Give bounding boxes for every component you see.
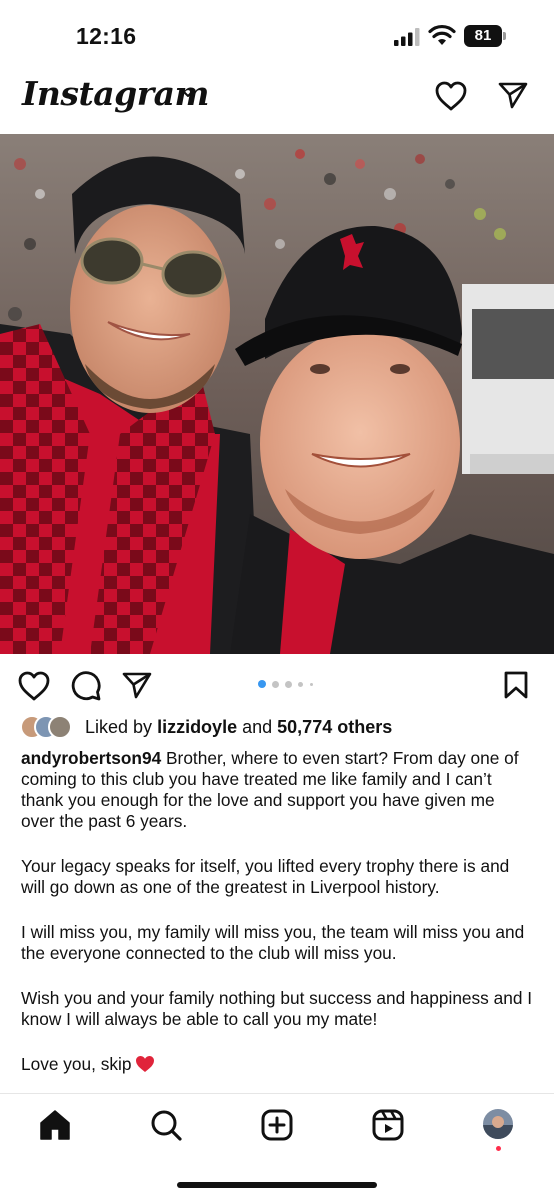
profile-avatar[interactable] — [483, 1109, 513, 1139]
profile-avatar-image — [483, 1109, 513, 1139]
direct-send-icon[interactable] — [497, 80, 529, 110]
likes-row[interactable]: Liked by lizzidoyle and 50,774 others — [20, 713, 540, 743]
caption-paragraph: andyrobertson94 Brother, where to even s… — [21, 748, 533, 832]
carousel-dot — [272, 680, 279, 688]
battery-icon: 81 — [464, 25, 506, 47]
notifications-heart-icon[interactable] — [434, 80, 468, 112]
likes-prefix: Liked by — [85, 717, 153, 737]
carousel-dot — [298, 681, 303, 687]
caption-text: Love you, skip — [21, 1054, 132, 1074]
home-icon[interactable] — [38, 1108, 72, 1142]
status-time: 12:16 — [76, 23, 137, 49]
caption-paragraph: Wish you and your family nothing but suc… — [21, 988, 533, 1029]
reels-icon[interactable] — [371, 1108, 405, 1142]
status-bar: 12:16 81 — [0, 0, 554, 70]
post-photo-illustration — [0, 134, 554, 654]
signal-icon — [394, 28, 420, 46]
battery-level: 81 — [464, 25, 502, 47]
like-heart-icon[interactable] — [17, 670, 51, 702]
carousel-dot — [310, 682, 313, 686]
carousel-dot-active — [258, 680, 266, 688]
caption-paragraph: I will miss you, my family will miss you… — [21, 922, 525, 963]
bookmark-icon[interactable] — [503, 670, 529, 700]
post-caption: andyrobertson94 Brother, where to even s… — [21, 748, 533, 1099]
profile-notification-dot — [496, 1146, 501, 1151]
liker-avatar — [48, 715, 72, 739]
red-heart-emoji-icon — [136, 1056, 155, 1072]
carousel-dot — [285, 680, 292, 688]
search-icon[interactable] — [149, 1108, 183, 1142]
post-actions — [0, 664, 554, 708]
create-icon[interactable] — [260, 1108, 294, 1142]
chevron-down-icon[interactable] — [180, 88, 196, 100]
likes-count[interactable]: 50,774 others — [277, 717, 392, 737]
app-header: Instagram — [0, 70, 554, 132]
share-icon[interactable] — [121, 670, 153, 700]
wifi-icon — [428, 24, 456, 45]
comment-icon[interactable] — [70, 670, 102, 702]
home-indicator — [177, 1182, 377, 1188]
caption-paragraph: Love you, skip — [21, 1054, 533, 1075]
caption-paragraph: Your legacy speaks for itself, you lifte… — [21, 856, 510, 897]
liker-username[interactable]: lizzidoyle — [157, 717, 237, 737]
caption-username[interactable]: andyrobertson94 — [21, 748, 161, 768]
likes-and: and — [242, 717, 273, 737]
likes-text: Liked by lizzidoyle and 50,774 others — [85, 717, 392, 738]
post-photo[interactable] — [0, 134, 554, 654]
liker-avatars — [20, 715, 80, 741]
